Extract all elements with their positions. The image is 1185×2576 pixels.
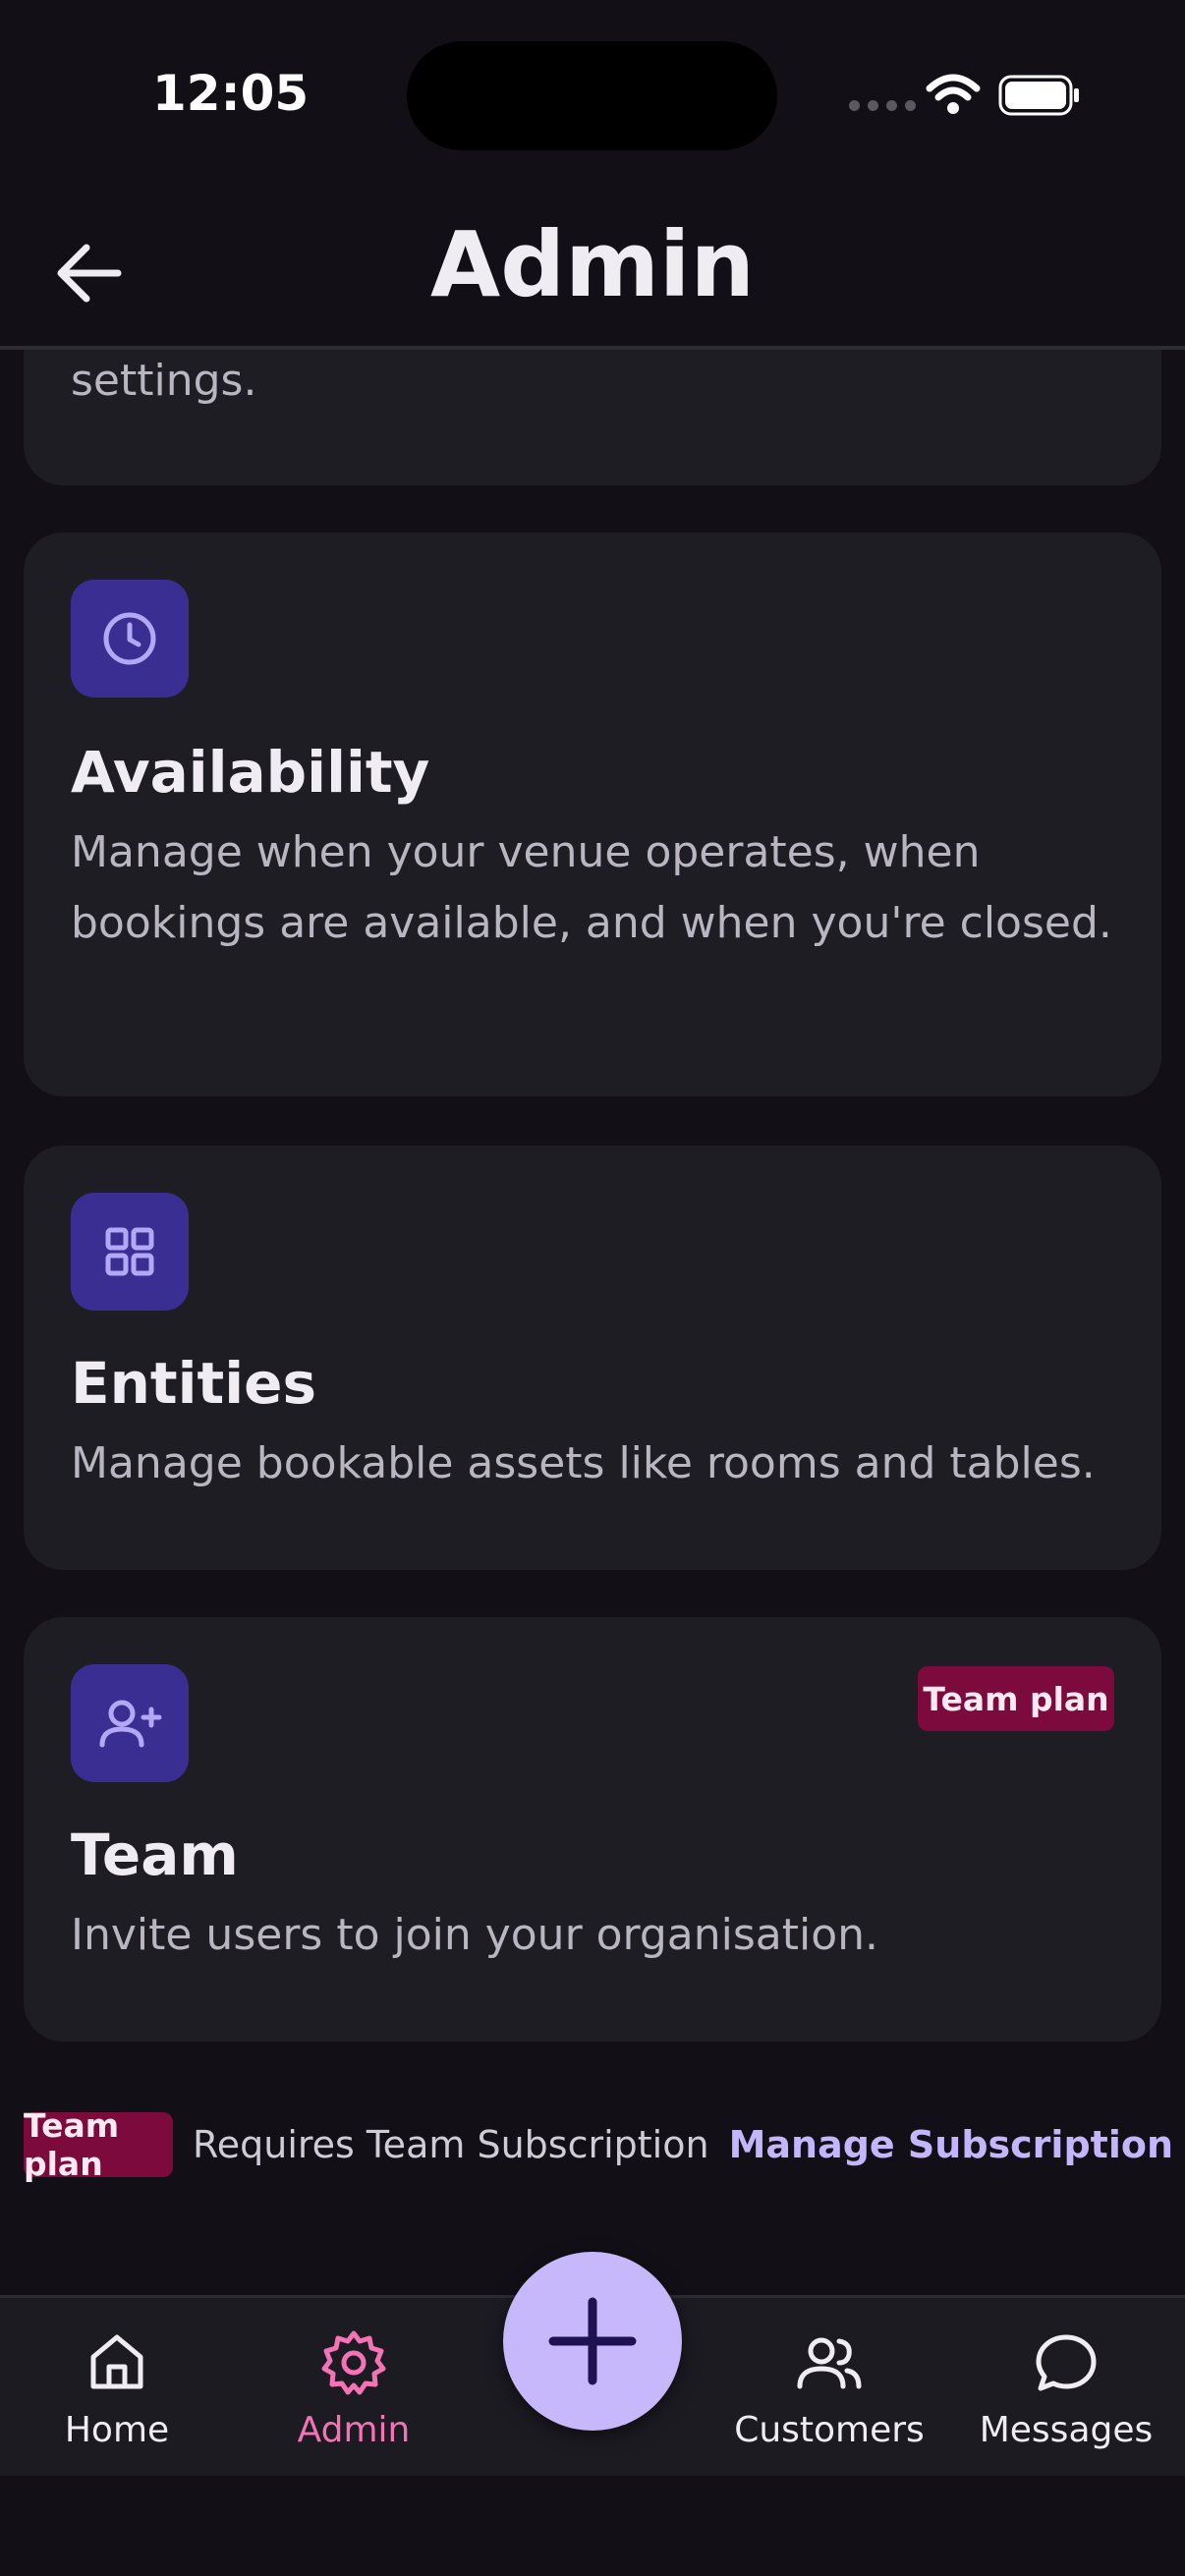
status-bar: 12:05 (0, 0, 1185, 196)
clock-icon (71, 580, 189, 698)
tab-admin[interactable]: Admin (246, 2327, 462, 2450)
chat-icon (1036, 2334, 1097, 2391)
tab-label: Admin (297, 2410, 411, 2450)
card-description: Manage bookable assets like rooms and ta… (71, 1438, 1096, 1488)
manage-subscription-link[interactable]: Manage Subscription (729, 2123, 1173, 2166)
tab-label: Home (64, 2410, 170, 2450)
subscription-requirement-text: Requires Team Subscription (193, 2123, 709, 2166)
user-plus-icon (71, 1664, 189, 1782)
tab-customers[interactable]: Customers (721, 2327, 937, 2450)
gear-icon (321, 2330, 386, 2395)
grid-icon (71, 1193, 189, 1311)
card-title: Entities (71, 1350, 316, 1417)
home-indicator-area (0, 2476, 1185, 2576)
page-title: Admin (430, 212, 755, 317)
tab-label: Messages (979, 2410, 1154, 2450)
tab-label: Customers (734, 2410, 925, 2450)
users-icon (797, 2337, 862, 2389)
cellular-signal-icon (849, 100, 916, 111)
card-title: Team (71, 1821, 239, 1888)
status-time: 12:05 (152, 65, 310, 122)
team-plan-badge: Team plan (24, 2106, 174, 2183)
dynamic-island (407, 41, 777, 150)
home-icon (90, 2334, 143, 2389)
subscription-note: Team plan Requires Team Subscription Man… (24, 2106, 1173, 2183)
tab-messages[interactable]: Messages (958, 2327, 1174, 2450)
plus-icon (548, 2297, 637, 2385)
wifi-icon (926, 74, 981, 114)
entities-card[interactable]: Entities Manage bookable assets like roo… (24, 1146, 1161, 1570)
team-card[interactable]: Team plan Team Invite users to join your… (24, 1617, 1161, 2042)
add-button[interactable] (503, 2252, 682, 2431)
tab-home[interactable]: Home (9, 2327, 225, 2450)
availability-card[interactable]: Availability Manage when your venue oper… (24, 532, 1161, 1096)
header: Admin (0, 196, 1185, 350)
battery-icon (998, 75, 1079, 116)
team-plan-badge: Team plan (918, 1666, 1114, 1731)
card-title: Availability (71, 739, 430, 806)
card-description: Invite users to join your organisation. (71, 1910, 879, 1960)
card-description: settings. (71, 356, 257, 406)
card-description: Manage when your venue operates, when bo… (71, 827, 1112, 948)
